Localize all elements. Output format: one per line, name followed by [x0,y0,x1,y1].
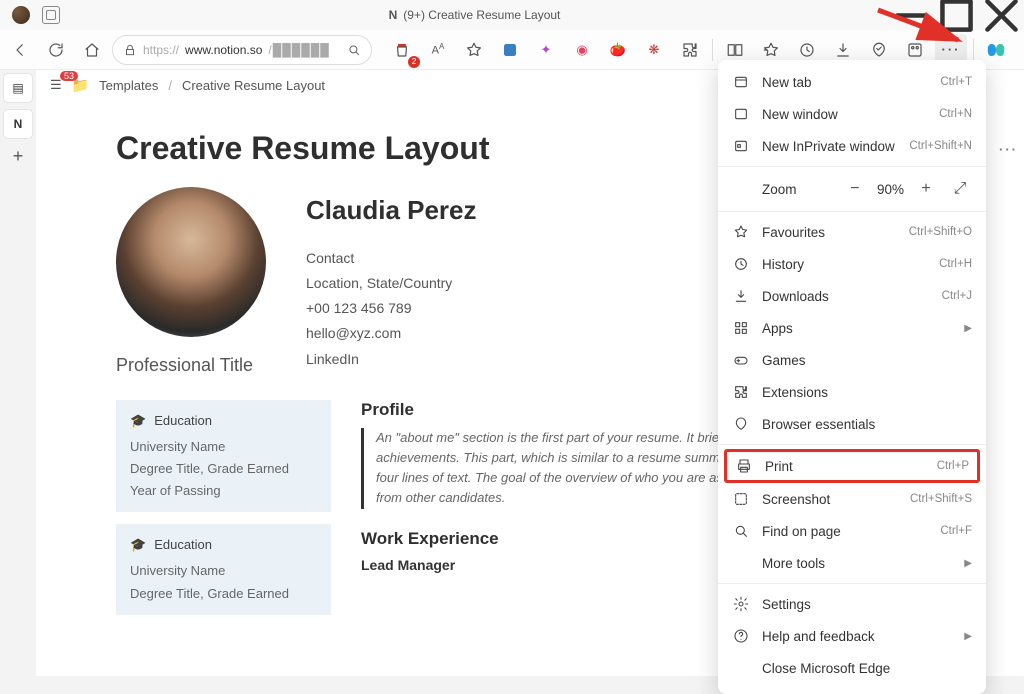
zoom-in-button[interactable]: + [914,180,938,198]
menu-zoom: Zoom − 90% + ⤢ [718,171,986,207]
ext-icon-2[interactable]: ✦ [530,34,562,66]
favorite-star-button[interactable] [458,34,490,66]
zoom-out-button[interactable]: − [843,180,867,198]
contact-label: Contact [306,246,477,271]
email-text: hello@xyz.com [306,321,477,346]
lock-icon [123,43,137,57]
window-title: (9+) Creative Resume Layout [403,8,560,22]
graduation-icon: 🎓 [130,534,146,556]
breadcrumb-folder[interactable]: Templates [99,78,158,93]
linkedin-text: LinkedIn [306,347,477,372]
home-button[interactable] [76,34,108,66]
menu-games[interactable]: Games [718,344,986,376]
menu-more-tools[interactable]: More tools▶ [718,547,986,579]
sidebar-toggle[interactable]: ☰53 [50,77,62,93]
menu-favourites[interactable]: FavouritesCtrl+Shift+O [718,216,986,248]
menu-inprivate[interactable]: New InPrivate windowCtrl+Shift+N [718,130,986,162]
ext-icon-5[interactable]: ❋ [638,34,670,66]
shopping-icon[interactable] [386,34,418,66]
ext-icon-3[interactable]: ◉ [566,34,598,66]
ext-icon-1[interactable] [494,34,526,66]
education-card: 🎓Education University Name Degree Title,… [116,400,331,512]
professional-title: Professional Title [116,355,266,376]
person-name: Claudia Perez [306,187,477,234]
new-tab-button[interactable]: + [13,146,24,167]
menu-extensions[interactable]: Extensions [718,376,986,408]
menu-find[interactable]: Find on pageCtrl+F [718,515,986,547]
fullscreen-button[interactable]: ⤢ [948,180,972,198]
menu-essentials[interactable]: Browser essentials [718,408,986,440]
workspaces-icon[interactable] [42,6,60,24]
menu-close-edge[interactable]: Close Microsoft Edge [718,652,986,684]
back-button[interactable] [4,34,36,66]
zoom-value: 90% [877,182,904,197]
address-bar[interactable]: https://www.notion.so/██████ [112,35,372,65]
minimize-button[interactable] [889,0,934,30]
profile-avatar[interactable] [12,6,30,24]
education-card: 🎓Education University Name Degree Title,… [116,524,331,614]
close-window-button[interactable] [979,0,1024,30]
menu-settings[interactable]: Settings [718,588,986,620]
tab-item[interactable]: ▤ [4,74,32,102]
location-text: Location, State/Country [306,271,477,296]
copilot-button[interactable] [980,34,1012,66]
window-titlebar: N(9+) Creative Resume Layout [0,0,1024,30]
refresh-button[interactable] [40,34,72,66]
graduation-icon: 🎓 [130,410,146,432]
tab-item[interactable]: N [4,110,32,138]
vertical-tab-strip: ▤ N + [0,70,36,167]
breadcrumb-page[interactable]: Creative Resume Layout [182,78,325,93]
menu-new-tab[interactable]: New tabCtrl+T [718,66,986,98]
menu-screenshot[interactable]: ScreenshotCtrl+Shift+S [718,483,986,515]
page-options-button[interactable]: ··· [999,142,1018,157]
menu-apps[interactable]: Apps▶ [718,312,986,344]
browser-menu: New tabCtrl+T New windowCtrl+N New InPri… [718,60,986,694]
menu-new-window[interactable]: New windowCtrl+N [718,98,986,130]
text-size-button[interactable]: AA [422,34,454,66]
menu-history[interactable]: HistoryCtrl+H [718,248,986,280]
maximize-button[interactable] [934,0,979,30]
menu-print[interactable]: PrintCtrl+P [724,449,980,483]
profile-photo [116,187,266,337]
search-in-page-icon[interactable] [347,43,361,57]
phone-text: +00 123 456 789 [306,296,477,321]
menu-downloads[interactable]: DownloadsCtrl+J [718,280,986,312]
ext-icon-4[interactable]: 🍅 [602,34,634,66]
menu-help[interactable]: Help and feedback▶ [718,620,986,652]
extensions-puzzle-icon[interactable] [674,34,706,66]
